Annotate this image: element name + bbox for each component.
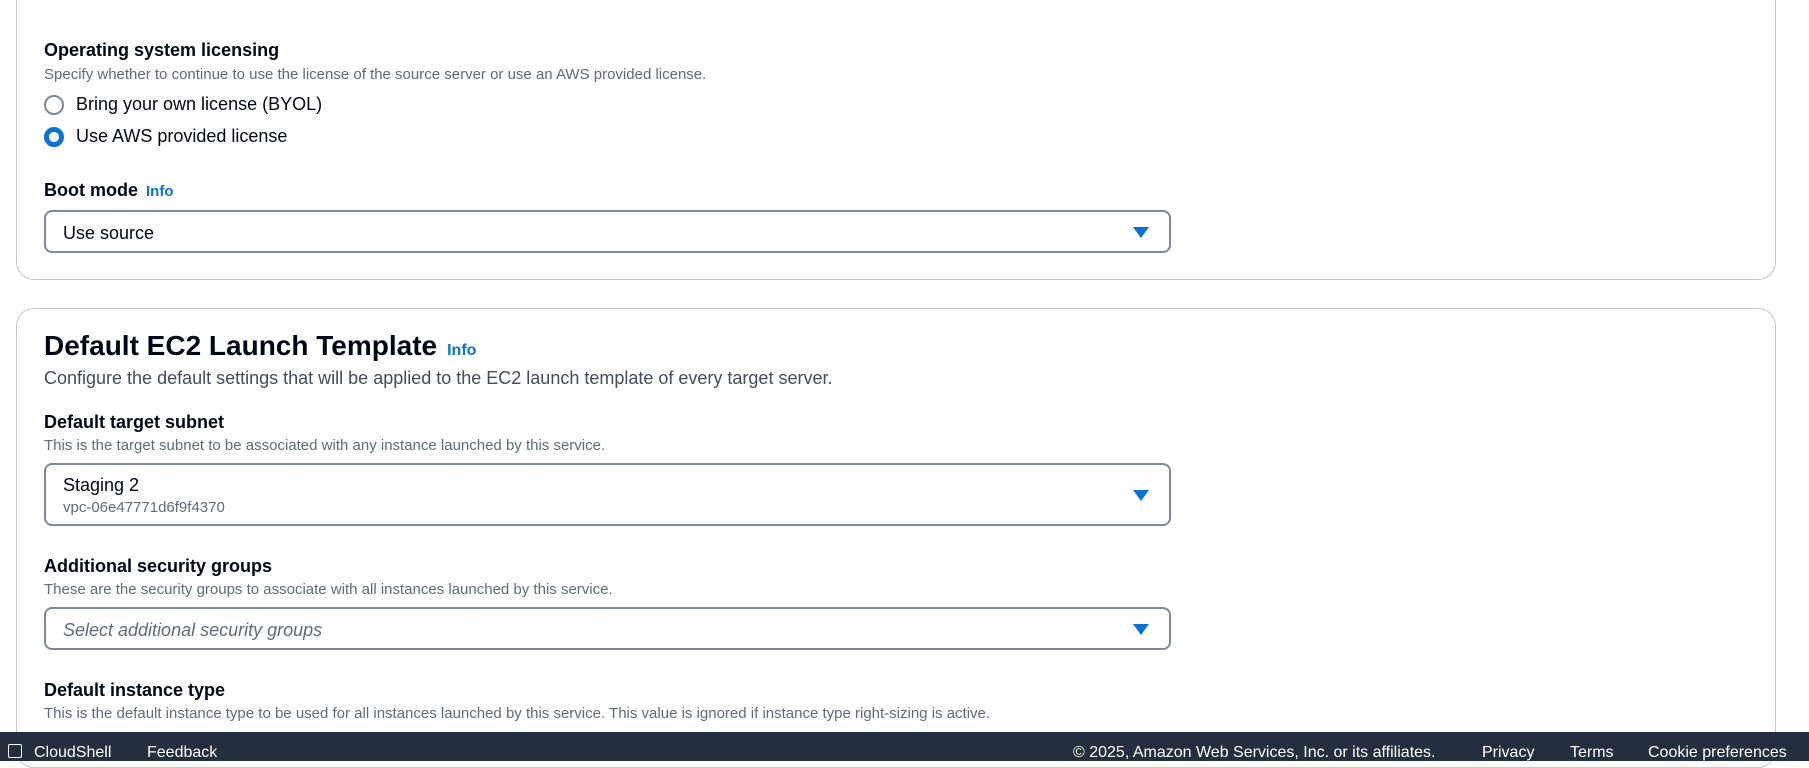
subnet-value: Staging 2 <box>63 475 140 495</box>
radio-aws-license-checked[interactable] <box>44 126 64 147</box>
subnet-description: This is the target subnet to be associat… <box>44 437 606 454</box>
subnet-label: Default target subnet <box>44 412 225 432</box>
boot-mode-select[interactable]: Use source <box>44 210 1171 253</box>
radio-option-aws-license[interactable]: Use AWS provided license <box>44 126 287 147</box>
radio-byol-label: Bring your own license (BYOL) <box>76 94 323 114</box>
boot-mode-info-link[interactable]: Info <box>146 183 174 200</box>
instance-type-description: This is the default instance type to be … <box>44 705 991 722</box>
boot-mode-label-text: Boot mode <box>44 180 138 200</box>
ec2-template-info-link[interactable]: Info <box>447 342 476 360</box>
caret-down-icon <box>1133 624 1149 635</box>
copyright-text: © 2025, Amazon Web Services, Inc. or its… <box>1073 744 1436 761</box>
cloudshell-button[interactable]: CloudShell <box>34 744 111 762</box>
subnet-vpc-id: vpc-06e47771d6f9f4370 <box>63 499 225 516</box>
os-licensing-label: Operating system licensing <box>44 40 280 60</box>
console-footer: CloudShell Feedback © 2025, Amazon Web S… <box>0 732 1809 761</box>
feedback-button[interactable]: Feedback <box>147 744 217 762</box>
subnet-select[interactable]: Staging 2 vpc-06e47771d6f9f4370 <box>44 463 1171 526</box>
boot-mode-label: Boot mode Info <box>44 180 174 201</box>
ec2-template-description: Configure the default settings that will… <box>44 368 833 388</box>
os-licensing-description: Specify whether to continue to use the l… <box>44 66 707 83</box>
privacy-link[interactable]: Privacy <box>1482 744 1534 762</box>
security-groups-label: Additional security groups <box>44 556 273 576</box>
radio-aws-license-label: Use AWS provided license <box>76 126 288 146</box>
radio-option-byol[interactable]: Bring your own license (BYOL) <box>44 94 322 115</box>
cloudshell-icon[interactable] <box>8 744 22 758</box>
caret-down-icon <box>1133 227 1149 238</box>
radio-byol-unchecked[interactable] <box>44 94 64 115</box>
cookie-preferences-link[interactable]: Cookie preferences <box>1648 744 1787 762</box>
terms-link[interactable]: Terms <box>1570 744 1614 762</box>
ec2-template-title-text: Default EC2 Launch Template <box>44 330 438 361</box>
ec2-template-title: Default EC2 Launch Template Info <box>44 330 476 362</box>
security-groups-select[interactable]: Select additional security groups <box>44 607 1171 650</box>
security-groups-description: These are the security groups to associa… <box>44 581 613 598</box>
security-groups-placeholder: Select additional security groups <box>63 620 323 640</box>
boot-mode-value: Use source <box>63 223 155 243</box>
instance-type-label: Default instance type <box>44 680 226 700</box>
caret-down-icon <box>1133 490 1149 501</box>
